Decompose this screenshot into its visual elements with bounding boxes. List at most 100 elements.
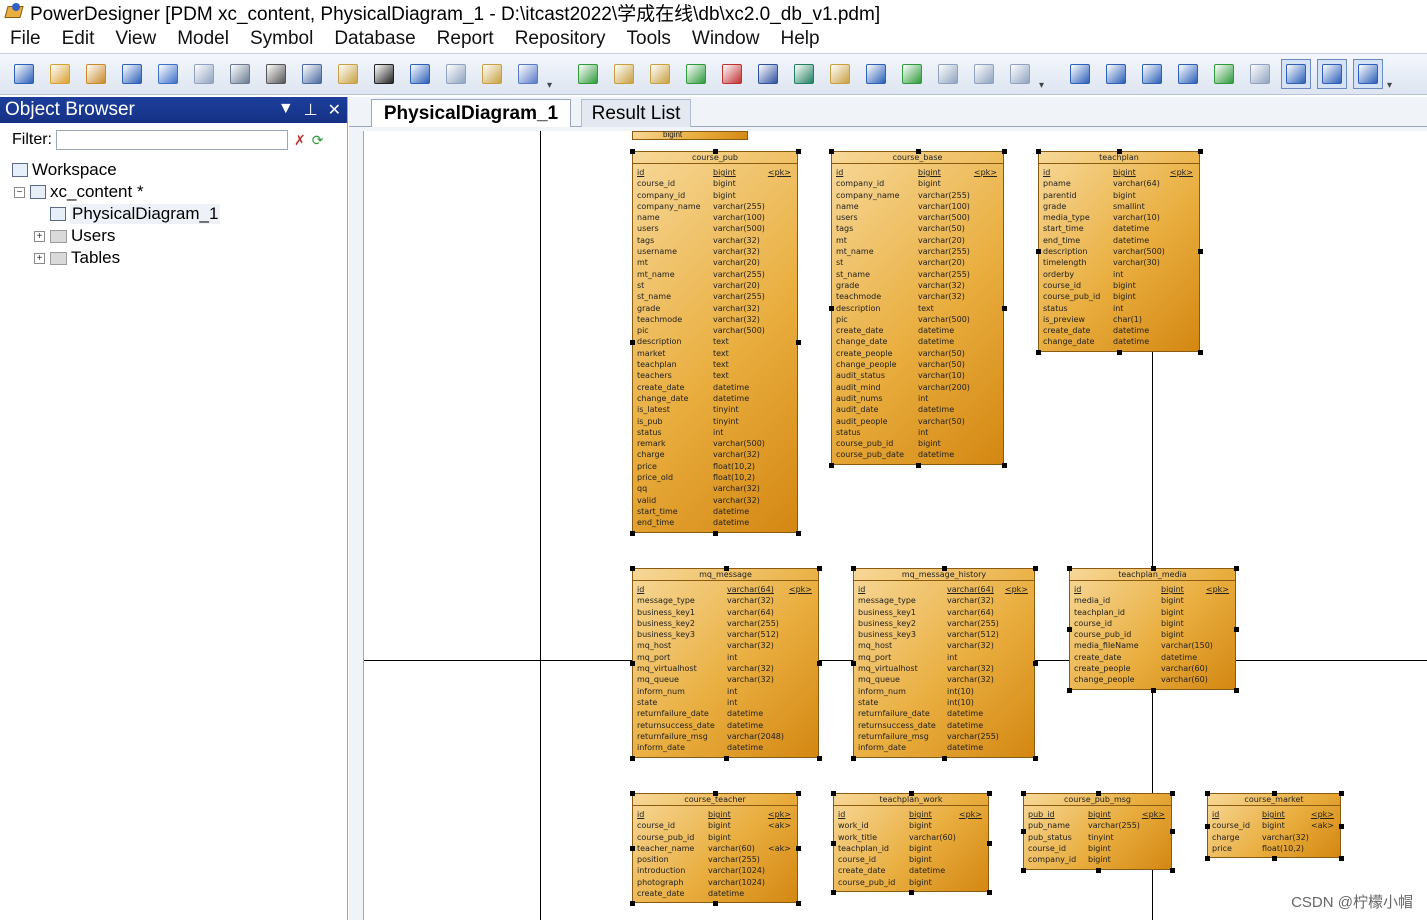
resize-handle[interactable]	[630, 530, 635, 536]
resize-handle[interactable]	[1021, 829, 1026, 835]
resize-handle[interactable]	[909, 791, 914, 796]
refresh-icon[interactable]	[681, 59, 711, 89]
resize-handle[interactable]	[1002, 149, 1007, 154]
tree-item-users[interactable]: + Users	[34, 226, 115, 246]
resize-handle[interactable]	[796, 846, 801, 852]
undo-icon[interactable]	[405, 59, 435, 89]
resize-handle[interactable]	[1234, 687, 1239, 693]
align-icon[interactable]	[933, 59, 963, 89]
toolbar-overflow-icon[interactable]	[546, 59, 556, 91]
expand-icon[interactable]: +	[34, 252, 45, 264]
resize-handle[interactable]	[909, 890, 914, 896]
menu-view[interactable]: View	[115, 28, 156, 50]
tab-result-list[interactable]: Result List	[581, 99, 691, 127]
resize-handle[interactable]	[796, 149, 801, 154]
resize-handle[interactable]	[829, 149, 834, 154]
resize-handle[interactable]	[1036, 349, 1041, 355]
result-icon[interactable]	[1353, 59, 1383, 89]
resize-handle[interactable]	[630, 566, 635, 571]
resize-handle[interactable]	[1170, 829, 1175, 835]
resize-handle[interactable]	[1205, 791, 1210, 796]
doc-view-icon[interactable]	[1137, 59, 1167, 89]
menu-model[interactable]: Model	[177, 28, 229, 50]
resize-handle[interactable]	[987, 890, 992, 896]
copy-icon[interactable]	[297, 59, 327, 89]
resize-handle[interactable]	[1339, 856, 1344, 862]
menu-file[interactable]: File	[10, 28, 41, 50]
resize-handle[interactable]	[1339, 823, 1344, 829]
resize-handle[interactable]	[1067, 566, 1072, 571]
menu-window[interactable]: Window	[692, 28, 760, 50]
resize-handle[interactable]	[1198, 349, 1203, 355]
resize-handle[interactable]	[831, 840, 836, 846]
tab-physical-diagram[interactable]: PhysicalDiagram_1	[371, 99, 571, 127]
resize-handle[interactable]	[1033, 755, 1038, 761]
font-icon[interactable]	[897, 59, 927, 89]
resize-handle[interactable]	[1234, 626, 1239, 632]
split-view-icon[interactable]	[1173, 59, 1203, 89]
menu-report[interactable]: Report	[437, 28, 494, 50]
resize-handle[interactable]	[723, 566, 729, 571]
resize-handle[interactable]	[1234, 566, 1239, 571]
resize-handle[interactable]	[915, 149, 921, 154]
resize-handle[interactable]	[915, 462, 921, 468]
resize-handle[interactable]	[1117, 349, 1122, 355]
cut-icon[interactable]	[261, 59, 291, 89]
pin-icon[interactable]: ⊥	[304, 100, 318, 120]
resize-handle[interactable]	[630, 755, 635, 761]
new-package-icon[interactable]	[573, 59, 603, 89]
resize-handle[interactable]	[942, 566, 947, 571]
clear-filter-icon[interactable]: ✗	[294, 132, 306, 149]
text-tool-icon[interactable]	[789, 59, 819, 89]
tree-item-model[interactable]: − xc_content *	[14, 182, 144, 202]
tree-item-diagram[interactable]: PhysicalDiagram_1	[50, 204, 221, 224]
resize-handle[interactable]	[829, 462, 834, 468]
filter-input[interactable]	[56, 130, 288, 150]
save-all-icon[interactable]	[153, 59, 183, 89]
resize-handle[interactable]	[851, 755, 856, 761]
resize-handle[interactable]	[1036, 149, 1041, 154]
menu-tools[interactable]: Tools	[627, 28, 671, 50]
toolbar-overflow-icon[interactable]	[1386, 59, 1396, 91]
resize-handle[interactable]	[851, 660, 856, 666]
resize-handle[interactable]	[796, 791, 801, 796]
resize-handle[interactable]	[1002, 462, 1007, 468]
resize-handle[interactable]	[831, 791, 836, 796]
resize-handle[interactable]	[713, 149, 718, 154]
delete-icon[interactable]	[369, 59, 399, 89]
table-teachplan-media[interactable]: teachplan_media id bigint <pk> media_id bigin…	[1067, 566, 1239, 693]
menu-help[interactable]: Help	[780, 28, 819, 50]
resize-handle[interactable]	[1150, 566, 1156, 571]
resize-handle[interactable]	[851, 566, 856, 571]
resize-handle[interactable]	[713, 530, 718, 536]
shadow-icon[interactable]	[753, 59, 783, 89]
resize-handle[interactable]	[630, 149, 635, 154]
check-model-icon[interactable]	[717, 59, 747, 89]
resize-handle[interactable]	[987, 791, 992, 796]
resize-handle[interactable]	[1036, 249, 1041, 255]
resize-handle[interactable]	[1170, 867, 1175, 873]
table-course-base[interactable]: course_base id bigint <pk> company_id bigint c…	[829, 149, 1007, 468]
paste-icon[interactable]	[333, 59, 363, 89]
format-icon[interactable]	[861, 59, 891, 89]
generate-icon[interactable]	[513, 59, 543, 89]
print-preview-icon[interactable]	[189, 59, 219, 89]
resize-handle[interactable]	[630, 791, 635, 796]
properties-icon[interactable]	[477, 59, 507, 89]
table-course-pub-msg[interactable]: course_pub_msg pub_id bigint <pk> pub_name va…	[1021, 791, 1175, 873]
diagram-canvas[interactable]: bigint course_pub id bigint <pk> course_id bi…	[363, 131, 1427, 920]
resize-handle[interactable]	[630, 901, 635, 907]
resize-handle[interactable]	[796, 901, 801, 907]
report-icon[interactable]	[1209, 59, 1239, 89]
find-icon[interactable]	[645, 59, 675, 89]
print-icon[interactable]	[225, 59, 255, 89]
resize-handle[interactable]	[1170, 791, 1175, 796]
resize-handle[interactable]	[630, 846, 635, 852]
brush-icon[interactable]	[825, 59, 855, 89]
resize-handle[interactable]	[817, 755, 822, 761]
resize-handle[interactable]	[1272, 856, 1277, 862]
resize-handle[interactable]	[942, 755, 947, 761]
tree-item-workspace[interactable]: Workspace	[12, 160, 117, 180]
resize-handle[interactable]	[713, 901, 718, 907]
open-folder-icon[interactable]	[81, 59, 111, 89]
